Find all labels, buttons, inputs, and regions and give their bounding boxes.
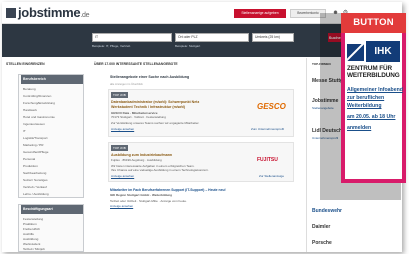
job-description: Zur Verstärkung unseres Teams suchen wir… [111,121,200,125]
company-logo[interactable]: GESCO [257,102,286,111]
filter-option[interactable]: Handwerk [23,108,37,112]
sidebar-heading: STELLEN EINGRENZEN [6,62,45,66]
column-divider [306,58,307,252]
filter-option[interactable]: Sachbearbeitung [23,171,46,175]
search-hint-where: Beispiele: Stuttgart [175,44,201,48]
results-heading: ÜBER 17.000 INTERESSANTE STELLENANGEBOTE [94,62,178,66]
job-location: 70173 Stuttgart · Vollzeit · Festanstell… [111,115,166,119]
filter-option[interactable]: Festanstellung [23,217,43,221]
top-company-6[interactable]: Porsche [312,240,332,246]
search-hint-what: Beispiele: IT, Pflege, Vertrieb [92,44,131,48]
top-job-badge: TOP JOB [111,145,128,151]
logo-tld: .de [80,12,90,19]
top-company-4[interactable]: Bundeswehr [312,208,342,214]
results-subheading: Stellenangebote einer Suche nach Ausbild… [110,75,190,79]
filter-option[interactable]: Werkstudent [23,242,40,246]
job-description: Teilzeit oder Vollzeit · Stuttgart-Mitte… [110,199,187,203]
site-logo[interactable]: jobstimme.de [6,6,89,23]
ad-link-line3[interactable]: Weiterbildung [347,103,382,109]
job-card[interactable]: Mitarbeiter im Fach Berufserfahrenen Sup… [108,188,294,228]
filter-option[interactable]: IT [23,129,26,133]
employment-filter-title: Beschäftigungsart [21,205,83,214]
filter-option[interactable]: Marketing / PR [23,143,43,147]
job-title-line2[interactable]: Werkstudent Technik / Infrastruktur (m/w… [111,105,185,109]
job-link[interactable]: Anzeige ansehen [111,127,134,131]
search-where-input[interactable]: Ort oder PLZ [175,33,249,42]
ad-link-line4[interactable]: am 20.05. ab 18 Uhr [347,114,395,120]
filter-option[interactable]: Hotel und Gastronomie [23,115,55,119]
ihk-wordmark: IHK [366,41,400,62]
ihk-subtitle-line2: WEITERBILDUNG [347,72,400,79]
ihk-mark-icon [347,44,364,61]
filter-option[interactable]: Controlling/Finanzen [23,94,51,98]
filter-option[interactable]: Ingenieurwesen [23,122,45,126]
top-job-badge: TOP JOB [111,92,128,98]
post-job-button[interactable]: Stellenanzeige aufgeben [234,9,286,18]
job-ad-link[interactable]: Zur Stellenanzeige [259,174,284,178]
job-card[interactable]: TOP JOB Ausbildung zum Industriekaufmann… [108,142,294,182]
ad-type-label: BUTTON [341,13,406,33]
filter-option[interactable]: Teilzeit / Minijob [23,247,45,251]
filter-option[interactable]: Beratung [23,87,36,91]
filter-option[interactable]: Sozial / Sonstiges [23,178,48,182]
job-title[interactable]: Ausbildung zum Industriekaufmann [111,153,172,157]
logo-text: jobstimme [18,5,81,20]
filter-option[interactable]: Vertrieb / Verkauf [23,185,47,189]
filter-option[interactable]: Forschung/Entwicklung [23,101,55,105]
job-title[interactable]: Mitarbeiter im Fach Berufserfahrenen Sup… [110,188,226,192]
job-title[interactable]: Datenbankadministrator (m/w/d): Schwerpu… [111,100,199,104]
company-logo[interactable]: FUJITSU [257,157,278,163]
logo-mark-icon [6,8,16,18]
radius-select[interactable]: Umkreis (25 km) [252,33,294,42]
results-hint[interactable]: alle Anzeigen im Überblick [110,82,143,86]
job-card[interactable]: TOP JOB Datenbankadministrator (m/w/d): … [108,89,294,137]
page: jobstimme.de Stellenanzeige aufgeben Bew… [0,0,409,254]
filter-option[interactable]: Praktikum [23,222,37,226]
job-link[interactable]: Anzeige ansehen [110,204,133,208]
job-company: IHK Region Stuttgart GmbH · Weiterbildun… [110,193,172,197]
ihk-button-ad[interactable]: BUTTON IHK ZENTRUM FÜR WEITERBILDUNG All… [341,13,406,183]
filter-option[interactable]: Gesundheit/Pflege [23,150,48,154]
ad-link-line2[interactable]: zur beruflichen [347,95,384,101]
filter-option[interactable]: Lehre / Ausbildung [23,192,49,196]
search-what-input[interactable]: IT [92,33,172,42]
category-filter-title: Berufsbereich [21,75,83,84]
ad-link-line1[interactable]: Allgemeiner Infoabend [347,87,403,93]
job-company: Fujitsu · 86199 Augsburg · Ausbildung [111,158,162,162]
filter-option[interactable]: Aushilfe [23,232,34,236]
job-list: ÜBER 17.000 INTERESSANTE STELLENANGEBOTE… [92,58,298,252]
filter-option[interactable]: Ausbildung [23,237,38,241]
ihk-logo[interactable]: IHK ZENTRUM FÜR WEITERBILDUNG [345,39,402,81]
ihk-subtitle-line1: ZENTRUM FÜR [347,65,393,72]
job-link[interactable]: Anzeige ansehen [111,174,134,178]
employment-filter-box: Beschäftigungsart Festanstellung Praktiku… [18,204,84,252]
ad-link-line5[interactable]: anmelden [347,125,371,131]
filter-option[interactable]: Personal [23,157,35,161]
company-profile-link[interactable]: Zum Unternehmensprofil [251,127,284,131]
filter-option[interactable]: Produktion [23,164,38,168]
job-description-line2: Ihre Chance auf eine vielseitige Ausbild… [111,168,209,172]
filter-option[interactable]: Freiberuflich [23,227,40,231]
top-company-5[interactable]: Daimler [312,224,330,230]
filter-sidebar: STELLEN EINGRENZEN Berufsbereich Beratun… [2,58,86,252]
category-filter-box: Berufsbereich Beratung Controlling/Finanz… [18,74,84,198]
filter-option[interactable]: Logistik/Transport [23,136,47,140]
